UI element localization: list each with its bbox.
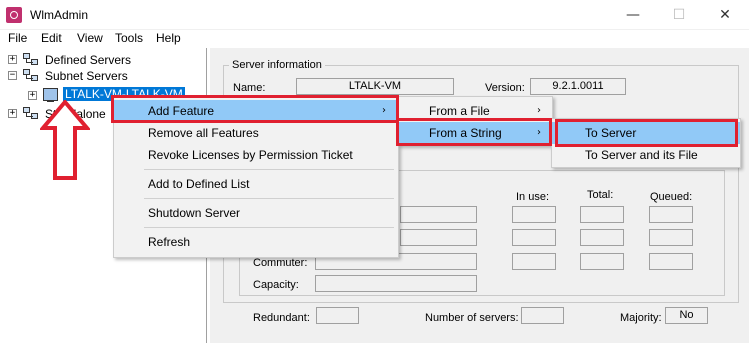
tree-label: Subnet Servers <box>45 69 128 83</box>
total-label: Total: <box>587 189 614 201</box>
number-of-servers-field <box>521 307 564 324</box>
menu-item-label: To Server and its File <box>585 148 698 162</box>
majority-label: Majority: <box>620 312 662 324</box>
maximize-button[interactable]: ☐ <box>656 0 702 30</box>
collapse-icon[interactable]: − <box>8 71 17 80</box>
expand-icon[interactable]: + <box>8 55 17 64</box>
menu-item-label: Add to Defined List <box>148 177 250 191</box>
menu-separator <box>144 198 394 199</box>
highlight-frame-add-feature <box>111 95 399 123</box>
highlight-frame-to-server <box>555 119 738 147</box>
window-title: WlmAdmin <box>30 8 89 22</box>
menu-item-label: Revoke Licenses by Permission Ticket <box>148 148 353 162</box>
menu-bar: File Edit View Tools Help <box>0 30 749 48</box>
menu-item-label: Refresh <box>148 235 191 249</box>
number-of-servers-label: Number of servers: <box>425 312 519 324</box>
group-title: Server information <box>229 59 325 71</box>
queued-field <box>649 229 693 246</box>
queued-label: Queued: <box>650 191 693 203</box>
menu-item-remove-all-features[interactable]: Remove all Features <box>114 122 398 144</box>
menu-item-shutdown-server[interactable]: Shutdown Server <box>114 202 398 224</box>
menu-file[interactable]: File <box>8 31 27 45</box>
redundant-label: Redundant: <box>253 312 310 324</box>
menu-item-label: Shutdown Server <box>148 206 241 220</box>
redundant-field <box>316 307 359 324</box>
name-field: LTALK-VM <box>296 78 454 95</box>
network-servers-icon <box>23 69 39 83</box>
name-label: Name: <box>233 82 266 94</box>
version-label: Version: <box>485 82 525 94</box>
commuter-label: Commuter: <box>253 257 308 269</box>
tree-item-defined-servers[interactable]: + Defined Servers <box>0 52 207 68</box>
in-use-label: In use: <box>516 191 550 203</box>
capacity-label: Capacity: <box>253 279 299 291</box>
network-servers-icon <box>23 53 39 67</box>
total-field <box>580 229 624 246</box>
network-servers-icon <box>23 107 39 121</box>
app-icon <box>6 7 22 23</box>
majority-field: No <box>665 307 708 324</box>
annotation-up-arrow <box>40 100 90 180</box>
menu-tools[interactable]: Tools <box>115 31 143 45</box>
menu-item-to-server-and-file[interactable]: To Server and its File <box>552 144 740 166</box>
stat-field <box>400 229 477 246</box>
tree-item-subnet-servers[interactable]: − Subnet Servers <box>0 68 207 84</box>
menu-item-add-to-defined-list[interactable]: Add to Defined List <box>114 173 398 195</box>
expand-icon[interactable]: + <box>28 91 37 100</box>
expand-icon[interactable]: + <box>8 109 17 118</box>
menu-view[interactable]: View <box>77 31 103 45</box>
menu-item-label: Remove all Features <box>148 126 259 140</box>
minimize-button[interactable]: — <box>610 0 656 30</box>
menu-separator <box>144 169 394 170</box>
queued-field <box>649 253 693 270</box>
in-use-field <box>512 206 556 223</box>
title-bar: WlmAdmin — ☐ ✕ <box>0 0 749 30</box>
menu-edit[interactable]: Edit <box>41 31 62 45</box>
in-use-field <box>512 229 556 246</box>
menu-item-refresh[interactable]: Refresh <box>114 231 398 253</box>
version-field: 9.2.1.0011 <box>530 78 626 95</box>
in-use-field <box>512 253 556 270</box>
total-field <box>580 206 624 223</box>
menu-item-revoke-licenses[interactable]: Revoke Licenses by Permission Ticket <box>114 144 398 166</box>
total-field <box>580 253 624 270</box>
stat-field <box>400 206 477 223</box>
tree-label: Defined Servers <box>45 53 132 67</box>
highlight-frame-from-a-string <box>396 118 552 146</box>
menu-help[interactable]: Help <box>156 31 181 45</box>
queued-field <box>649 206 693 223</box>
menu-separator <box>144 227 394 228</box>
close-button[interactable]: ✕ <box>702 0 748 30</box>
capacity-field <box>315 275 477 292</box>
